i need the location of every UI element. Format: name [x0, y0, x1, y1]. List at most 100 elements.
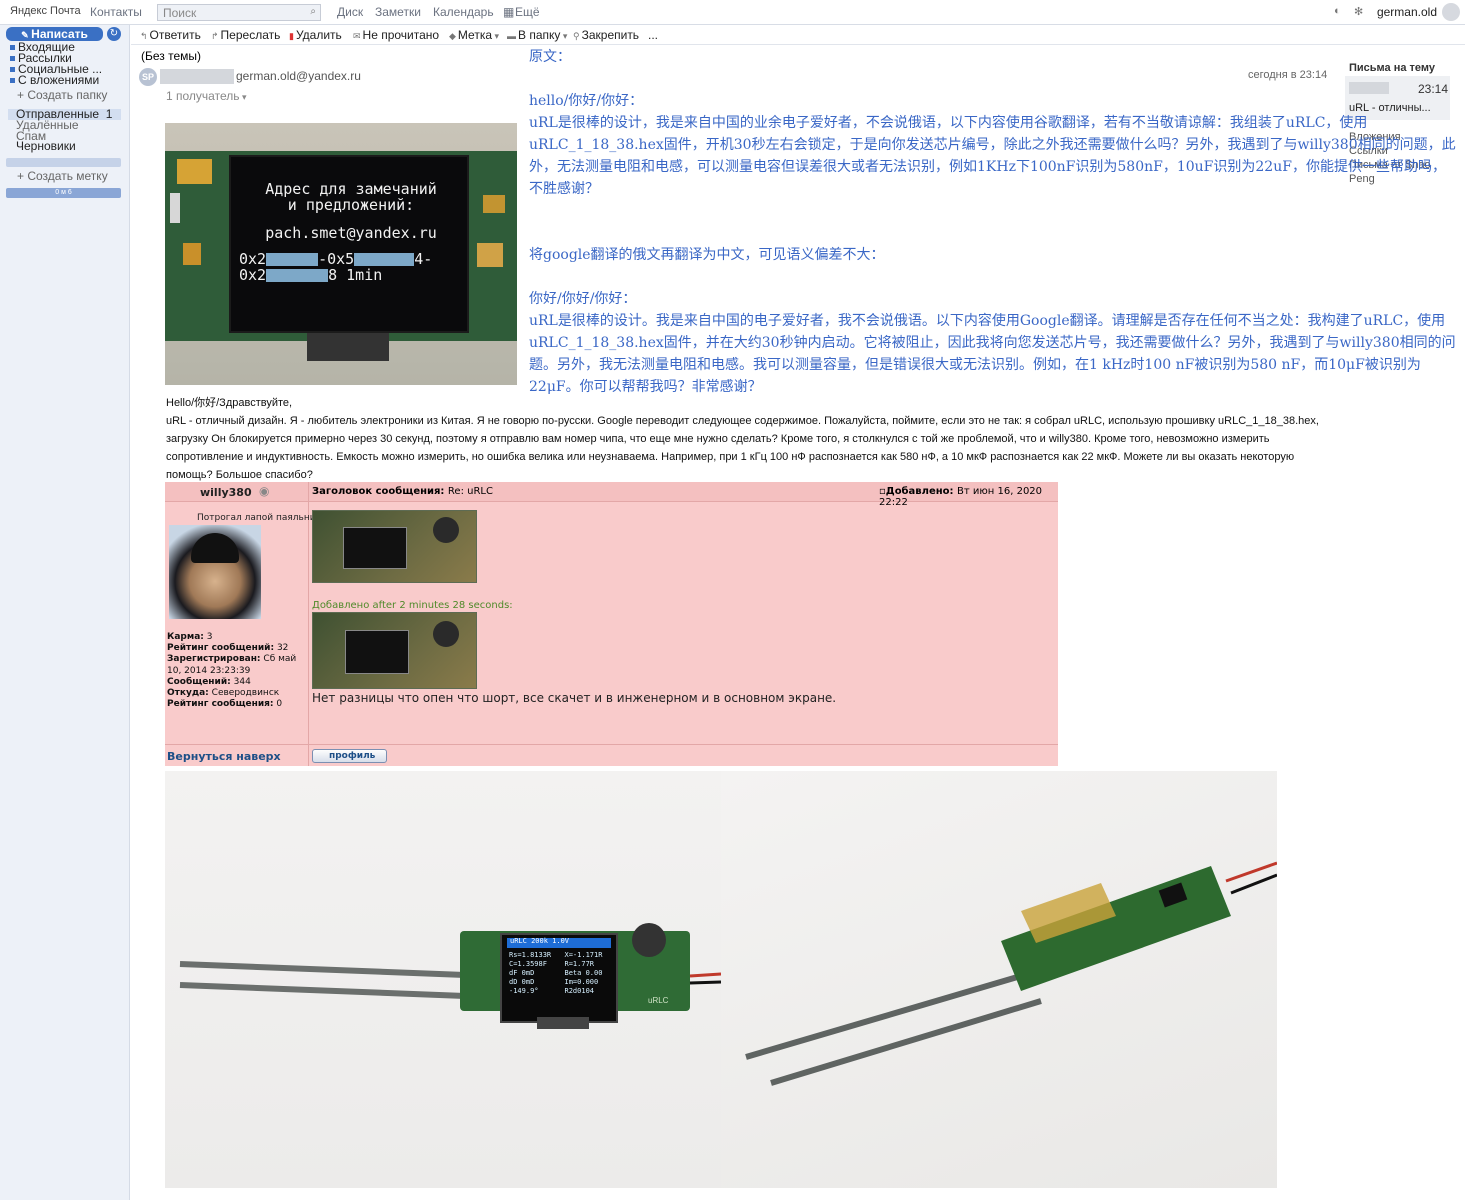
settings-gear-icon[interactable]: ✻ — [1354, 5, 1363, 18]
storage-bar[interactable]: 0 м 6 — [6, 188, 121, 198]
create-label-link[interactable]: + Создать метку — [17, 170, 108, 182]
nav-contacts[interactable]: Контакты — [90, 5, 142, 19]
create-folder-link[interactable]: + Создать папку — [17, 88, 107, 102]
sender-avatar[interactable]: SP — [139, 68, 157, 86]
move-to-folder-label: В папку — [518, 28, 561, 42]
russian-text-block: Hello/你好/Здравствуйте, uRL - отличный ди… — [166, 394, 1336, 484]
stat-value: 3 — [206, 632, 213, 642]
nav-disk[interactable]: Диск — [337, 5, 363, 19]
theme-icon[interactable]: ◐ — [1334, 5, 1341, 17]
delete-button[interactable]: ▮ Удалить — [289, 28, 342, 42]
oled-line: pach.smet@yandex.ru — [265, 224, 437, 242]
recipients-label: 1 получатель — [166, 89, 240, 103]
forum-subject-value: Re: uRLC — [447, 486, 493, 497]
delete-label: Удалить — [295, 28, 342, 42]
reading-line: Im=0.000 — [564, 978, 599, 986]
redacted-chip-id — [266, 253, 319, 266]
reading-line: R2d0104 — [564, 987, 595, 995]
forum-added-after: Добавлено after 2 minutes 28 seconds: — [312, 600, 513, 611]
oled-text: Адрес для замечаний и предложений: pach.… — [241, 181, 461, 241]
collapse-bar[interactable] — [6, 158, 121, 167]
move-to-folder-button[interactable]: ▬ В папку ▾ — [507, 28, 569, 42]
sender-email[interactable]: german.old@yandex.ru — [236, 69, 361, 83]
forum-username[interactable]: willy380 — [200, 486, 252, 499]
refresh-icon[interactable]: ↻ — [107, 27, 121, 41]
mark-unread-button[interactable]: ✉ Не прочитано — [353, 28, 439, 42]
oled-display: Адрес для замечаний и предложений: pach.… — [229, 155, 469, 333]
cn-paragraph: uRL是很棒的设计，我是来自中国的业余电子爱好者，不会说俄语，以下内容使用谷歌翻… — [529, 115, 1456, 197]
device-photo-front: uRLC 200k 1.0V Rs=1.8133R C=1.3598F dF 0… — [165, 771, 721, 1188]
user-avatar[interactable] — [1442, 3, 1460, 21]
device-screen — [345, 630, 409, 674]
forum-user-stats: Карма: 3 Рейтинг сообщений: 32 Зарегистр… — [167, 632, 302, 710]
forward-button[interactable]: ↱ Переслать — [211, 28, 280, 42]
reading-line: Beta 0.00 — [564, 969, 603, 977]
stat-key: Сообщений: — [167, 676, 231, 687]
forum-added: ▫Добавлено: Вт июн 16, 2020 22:22 — [879, 486, 1058, 508]
nav-notes[interactable]: Заметки — [375, 5, 421, 19]
more-actions-button[interactable]: ... — [648, 28, 658, 42]
forward-label: Переслать — [220, 28, 281, 42]
forum-photo-1 — [312, 510, 477, 583]
device-screen — [343, 527, 407, 569]
forum-post-snapshot: willy380 ◉ Заголовок сообщения: Re: uRLC… — [165, 482, 1058, 766]
forum-rank: Потрогал лапой паяльник — [197, 513, 322, 523]
yandex-mail-logo[interactable]: Яндекс Почта — [10, 5, 81, 17]
folder-sent-count: 1 — [105, 107, 113, 121]
cn-paragraph: 将google翻译的俄文再翻译为中文，可见语义偏差不大： — [529, 247, 885, 263]
more-grid-icon[interactable]: ▦ — [503, 5, 514, 19]
cn-spacer — [529, 200, 1457, 244]
column-divider — [308, 482, 309, 766]
chevron-down-icon: ▾ — [560, 31, 568, 41]
device-screen-header: uRLC 200k 1.0V — [510, 937, 570, 945]
reply-icon: ↰ — [140, 31, 148, 41]
stat-value: 344 — [233, 676, 251, 687]
compose-button[interactable]: ✎ Написать — [6, 27, 103, 41]
forum-subject: Заголовок сообщения: Re: uRLC — [312, 486, 493, 497]
mark-unread-label: Не прочитано — [362, 28, 440, 42]
user-name[interactable]: german.old — [1377, 5, 1437, 19]
stat-key: Рейтинг сообщений: — [167, 643, 275, 654]
folder-attachments[interactable]: С вложениями — [10, 74, 99, 86]
cn-paragraph: 原文： — [529, 49, 571, 65]
oled-line: 4- — [414, 250, 433, 268]
cn-spacer — [529, 68, 1457, 90]
top-bar: Яндекс Почта Контакты Поиск ⌕ Диск Замет… — [0, 0, 1465, 25]
oled-chip-id: 0x2 -0x5 4- 0x2 8 1min — [239, 251, 464, 283]
oled-line: 8 1min — [328, 266, 383, 284]
oled-line: 0x2 — [239, 266, 267, 284]
recipients-toggle[interactable]: 1 получатель ▾ — [166, 89, 247, 103]
online-status-icon: ◉ — [259, 484, 270, 498]
folder-icon: ▬ — [507, 31, 516, 41]
reading-line: -149.9° — [509, 987, 539, 995]
cn-paragraph: hello/你好/你好： — [529, 93, 644, 109]
battery-holder — [433, 621, 459, 647]
pencil-icon: ✎ — [21, 30, 32, 40]
forward-icon: ↱ — [211, 31, 219, 41]
search-input[interactable]: Поиск ⌕ — [157, 4, 321, 21]
folder-drafts[interactable]: Черновики — [16, 140, 76, 152]
redacted-chip-id — [354, 253, 415, 266]
forum-footer-divider — [165, 744, 1058, 745]
search-icon[interactable]: ⌕ — [310, 6, 316, 17]
cn-paragraph: uRL是很棒的设计。我是来自中国的电子爱好者，我不会说俄语。以下内容使用Goog… — [529, 313, 1456, 395]
ru-paragraph: uRL - отличный дизайн. Я - любитель элек… — [166, 415, 1319, 481]
nav-more[interactable]: Ещё — [515, 5, 540, 19]
pin-button[interactable]: ⚲ Закрепить — [573, 28, 639, 42]
compose-label: Написать — [31, 27, 88, 41]
device-board-label: uRLC — [648, 996, 669, 1005]
nav-calendar[interactable]: Календарь — [433, 5, 494, 19]
cn-spacer — [529, 266, 1457, 288]
chevron-down-icon: ▾ — [239, 92, 247, 102]
newsletters-icon — [10, 56, 15, 62]
ru-greeting: Hello/你好/Здравствуйте, — [166, 397, 293, 409]
forum-photo-2 — [312, 612, 477, 689]
stat-value: 0 — [276, 699, 283, 710]
back-to-top-link[interactable]: Вернуться наверх — [167, 750, 281, 763]
reply-button[interactable]: ↰ Ответить — [140, 28, 201, 42]
label-button[interactable]: ◆ Метка ▾ — [449, 28, 501, 42]
profile-button[interactable]: профиль — [312, 749, 387, 763]
stat-key: Карма: — [167, 632, 204, 642]
reading-line: dF 0mD — [509, 969, 535, 977]
plus-icon: + — [17, 88, 28, 102]
